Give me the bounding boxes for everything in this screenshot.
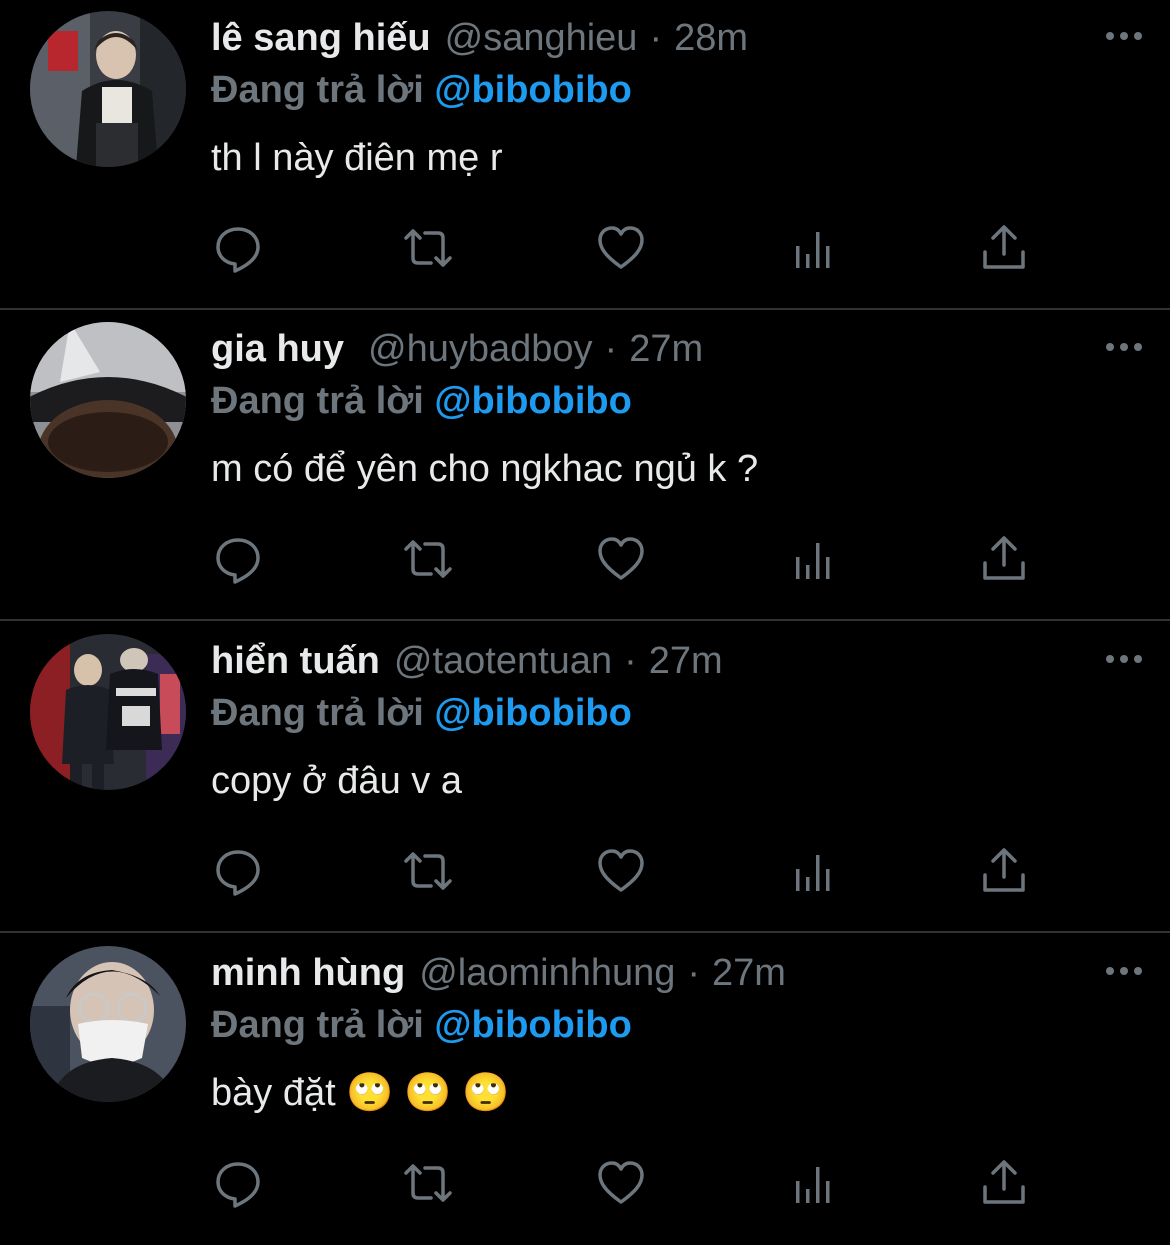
mention-link[interactable]: @bibobibo <box>434 380 631 422</box>
replying-prefix: Đang trả lời <box>211 69 424 111</box>
reply-tweet[interactable]: lê sang hiếu @sanghieu · 28m Đang trả lờ… <box>0 0 1170 310</box>
heart-icon[interactable] <box>595 222 647 274</box>
user-handle[interactable]: @huybadboy <box>368 325 593 373</box>
timestamp[interactable]: 28m <box>674 14 748 62</box>
mention-link[interactable]: @bibobibo <box>434 692 631 734</box>
mention-link[interactable]: @bibobibo <box>434 69 631 111</box>
retweet-icon[interactable] <box>402 1157 454 1209</box>
replying-to: Đang trả lời @bibobibo <box>211 66 632 114</box>
divider <box>0 931 1170 933</box>
share-upload-icon[interactable] <box>978 1157 1030 1209</box>
divider <box>0 619 1170 621</box>
tweet-header: minh hùng @laominhhung · 27m <box>211 949 786 997</box>
retweet-icon[interactable] <box>402 222 454 274</box>
replying-prefix: Đang trả lời <box>211 380 424 422</box>
timestamp[interactable]: 27m <box>629 325 703 373</box>
reply-bubble-icon[interactable] <box>212 1157 264 1209</box>
avatar[interactable] <box>30 11 186 167</box>
tweet-text: m có để yên cho ngkhac ngủ k ? <box>211 448 759 490</box>
display-name[interactable]: minh hùng <box>211 949 405 997</box>
more-horizontal-icon[interactable] <box>1104 959 1144 983</box>
share-upload-icon[interactable] <box>978 845 1030 897</box>
avatar[interactable] <box>30 634 186 790</box>
more-horizontal-icon[interactable] <box>1104 24 1144 48</box>
bar-chart-icon[interactable] <box>786 222 838 274</box>
more-horizontal-icon[interactable] <box>1104 647 1144 671</box>
display-name[interactable]: hiển tuấn <box>211 637 380 685</box>
reply-bubble-icon[interactable] <box>212 222 264 274</box>
heart-icon[interactable] <box>595 845 647 897</box>
reply-bubble-icon[interactable] <box>212 533 264 585</box>
retweet-icon[interactable] <box>402 845 454 897</box>
user-handle[interactable]: @sanghieu <box>445 14 638 62</box>
replying-to: Đang trả lời @bibobibo <box>211 689 632 737</box>
heart-icon[interactable] <box>595 533 647 585</box>
tweet-header: lê sang hiếu @sanghieu · 28m <box>211 14 748 62</box>
heart-icon[interactable] <box>595 1157 647 1209</box>
tweet-text: bày đặt 🙄 🙄 🙄 <box>211 1072 510 1114</box>
action-bar <box>0 1157 1170 1209</box>
replying-to: Đang trả lời @bibobibo <box>211 377 632 425</box>
share-upload-icon[interactable] <box>978 533 1030 585</box>
action-bar <box>0 533 1170 585</box>
separator-dot: · <box>687 952 701 994</box>
action-bar <box>0 845 1170 897</box>
bar-chart-icon[interactable] <box>786 1157 838 1209</box>
reply-tweet[interactable]: minh hùng @laominhhung · 27m Đang trả lờ… <box>0 935 1170 1245</box>
reply-tweet[interactable]: hiển tuấn @taotentuan · 27m Đang trả lời… <box>0 623 1170 933</box>
action-bar <box>0 222 1170 274</box>
user-handle[interactable]: @taotentuan <box>394 637 612 685</box>
user-handle[interactable]: @laominhhung <box>419 949 675 997</box>
separator-dot: · <box>604 328 618 370</box>
reply-tweet[interactable]: gia huy @huybadboy · 27m Đang trả lời @b… <box>0 311 1170 621</box>
display-name[interactable]: gia huy <box>211 325 344 373</box>
divider <box>0 308 1170 310</box>
mention-link[interactable]: @bibobibo <box>434 1004 631 1046</box>
replying-prefix: Đang trả lời <box>211 692 424 734</box>
replying-to: Đang trả lời @bibobibo <box>211 1001 632 1049</box>
tweet-header: hiển tuấn @taotentuan · 27m <box>211 637 723 685</box>
bar-chart-icon[interactable] <box>786 845 838 897</box>
tweet-text: th l này điên mẹ r <box>211 137 503 179</box>
replying-prefix: Đang trả lời <box>211 1004 424 1046</box>
separator-dot: · <box>649 17 663 59</box>
more-horizontal-icon[interactable] <box>1104 335 1144 359</box>
separator-dot: · <box>624 640 637 682</box>
tweet-header: gia huy @huybadboy · 27m <box>211 325 703 373</box>
share-upload-icon[interactable] <box>978 222 1030 274</box>
avatar[interactable] <box>30 322 186 478</box>
timestamp[interactable]: 27m <box>712 949 786 997</box>
avatar[interactable] <box>30 946 186 1102</box>
retweet-icon[interactable] <box>402 533 454 585</box>
timestamp[interactable]: 27m <box>649 637 723 685</box>
display-name[interactable]: lê sang hiếu <box>211 14 431 62</box>
reply-bubble-icon[interactable] <box>212 845 264 897</box>
bar-chart-icon[interactable] <box>786 533 838 585</box>
tweet-text: copy ở đâu v a <box>211 760 462 802</box>
